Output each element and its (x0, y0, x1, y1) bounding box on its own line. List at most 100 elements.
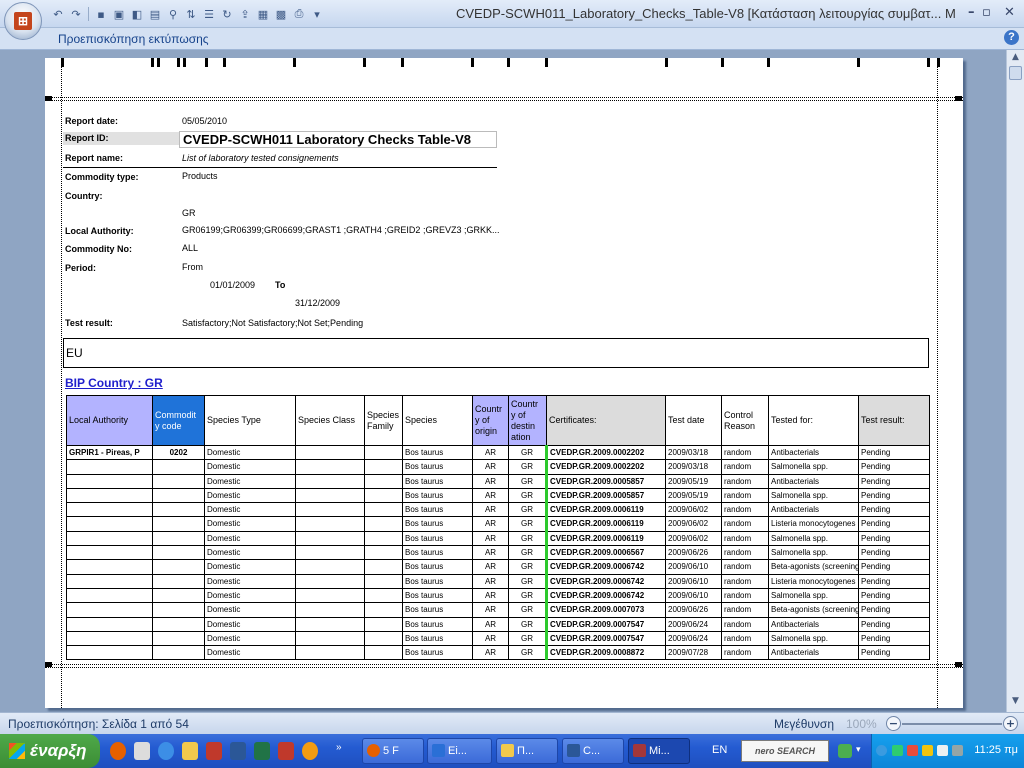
table-cell (152, 502, 205, 518)
search-go-icon[interactable] (838, 744, 852, 758)
bip-country-link[interactable]: BIP Country : GR (65, 376, 163, 390)
excel-quicklaunch-icon[interactable] (254, 742, 270, 760)
ribbon: Προεπισκόπηση εκτύπωσης ? (0, 28, 1024, 50)
save-icon[interactable]: ▪ (93, 6, 109, 22)
divider (63, 167, 497, 168)
table-cell: GR (508, 473, 547, 489)
table-cell: Domestic (204, 516, 296, 532)
language-indicator[interactable]: EN (712, 744, 727, 756)
table-cell (364, 616, 403, 632)
nero-search-box[interactable]: nero SEARCH (741, 740, 829, 762)
grid-icon[interactable]: ▩ (273, 6, 289, 22)
commodity-no-label: Commodity No: (65, 244, 132, 254)
tab-print-preview[interactable]: Προεπισκόπηση εκτύπωσης (58, 32, 209, 46)
table-cell: Salmonella spp. (768, 487, 859, 504)
table-cell: random (721, 516, 769, 532)
properties-icon[interactable]: ▤ (147, 6, 163, 22)
customize-toolbar-icon[interactable]: ▾ (309, 6, 325, 22)
help-icon[interactable]: ? (1004, 30, 1019, 45)
period-label: Period: (65, 263, 97, 273)
table-icon[interactable]: ▦ (255, 6, 271, 22)
table-cell: GR (508, 459, 547, 475)
table-cell: AR (472, 630, 509, 647)
start-button[interactable]: έναρξη (0, 734, 100, 768)
access-icon (633, 744, 646, 757)
scroll-thumb[interactable] (1009, 66, 1022, 80)
margin-handle[interactable] (45, 96, 52, 101)
antivirus-icon[interactable] (907, 745, 918, 756)
task-button-folder[interactable]: Π... (496, 738, 558, 764)
task-button-access[interactable]: Mi... (628, 738, 690, 764)
table-cell: AR (472, 487, 509, 504)
explorer-quicklaunch-icon[interactable] (182, 742, 198, 760)
zoom-in-button[interactable]: + (1003, 716, 1018, 731)
table-cell: CVEDP.GR.2009.0008872 (545, 645, 666, 661)
task-button-firefox[interactable]: 5 F (362, 738, 424, 764)
calculator-quicklaunch-icon[interactable] (134, 742, 150, 760)
margin-handle[interactable] (45, 662, 52, 667)
app-quicklaunch-icon[interactable] (302, 742, 318, 760)
vertical-scrollbar[interactable]: ▲ ▼ (1006, 50, 1024, 712)
table-cell: Bos taurus (402, 444, 473, 461)
table-cell (66, 645, 153, 661)
report-date-label: Report date: (65, 116, 119, 126)
word-quicklaunch-icon[interactable] (230, 742, 246, 760)
powerpoint-quicklaunch-icon[interactable] (278, 742, 294, 760)
table-cell: CVEDP.GR.2009.0006742 (545, 587, 666, 604)
table-cell: Domestic (204, 459, 296, 475)
table-cell: GR (508, 545, 547, 561)
table-cell: 2009/06/02 (665, 502, 722, 518)
table-cell: CVEDP.GR.2009.0002202 (545, 444, 666, 461)
print-preview-icon[interactable]: ▣ (111, 6, 127, 22)
scroll-up-icon[interactable]: ▲ (1009, 52, 1022, 66)
scroll-down-icon[interactable]: ▼ (1009, 696, 1022, 710)
refresh-icon[interactable]: ↻ (219, 6, 235, 22)
filter-icon[interactable]: ⚲ (165, 6, 181, 22)
table-cell: Bos taurus (402, 545, 473, 561)
table-cell: Antibacterials (768, 502, 859, 518)
task-label: 5 F (383, 745, 399, 757)
table-cell: Bos taurus (402, 530, 473, 547)
minimize-button[interactable]: – (968, 5, 975, 20)
table-cell: Pending (858, 459, 930, 475)
office-button[interactable]: ⊞ (4, 2, 42, 40)
table-cell (152, 459, 205, 475)
table-row: Domestic Bos taurus AR GR CVEDP.GR.2009.0007… (66, 630, 930, 647)
expand-quicklaunch-icon[interactable]: » (336, 742, 346, 760)
commodity-no-value: ALL (182, 243, 199, 253)
table-cell: Bos taurus (402, 459, 473, 475)
table-row: GRPIR1 - Pireas, P 0202 Domestic Bos taurus… (66, 444, 930, 461)
table-cell: CVEDP.GR.2009.0006742 (545, 573, 666, 589)
toolbar-dropdown-icon[interactable]: ▾ (856, 744, 866, 762)
media-quicklaunch-icon[interactable] (206, 742, 222, 760)
maximize-button[interactable]: ▫ (982, 5, 991, 20)
display-icon[interactable] (952, 745, 963, 756)
undo-icon[interactable]: ↶ (50, 6, 66, 22)
margin-handle[interactable] (955, 96, 962, 101)
firefox-quicklaunch-icon[interactable] (110, 742, 126, 760)
system-tray: 11:25 πμ (871, 734, 1024, 768)
network-icon[interactable] (892, 745, 903, 756)
tray-expand-icon[interactable] (876, 745, 887, 756)
fields-icon[interactable]: ☰ (201, 6, 217, 22)
close-button[interactable]: ✕ (1004, 5, 1015, 20)
task-button-email[interactable]: Ei... (427, 738, 492, 764)
zoom-slider[interactable] (902, 723, 1002, 725)
security-icon[interactable] (922, 745, 933, 756)
sort-icon[interactable]: ⇅ (183, 6, 199, 22)
table-cell: Domestic (204, 559, 296, 575)
margin-handle[interactable] (955, 662, 962, 667)
export-icon[interactable]: ⇪ (237, 6, 253, 22)
volume-icon[interactable] (937, 745, 948, 756)
table-cell (364, 602, 403, 618)
column-marker (223, 58, 226, 67)
table-cell: CVEDP.GR.2009.0006119 (545, 516, 666, 532)
zoom-out-button[interactable]: − (886, 716, 901, 731)
redo-icon[interactable]: ↷ (68, 6, 84, 22)
margin-guide-bottom-inner (45, 667, 963, 668)
ie-quicklaunch-icon[interactable] (158, 742, 174, 760)
task-button-word[interactable]: C... (562, 738, 624, 764)
table-cell: GR (508, 616, 547, 632)
design-icon[interactable]: ◧ (129, 6, 145, 22)
print-icon[interactable]: ⎙ (291, 6, 307, 22)
